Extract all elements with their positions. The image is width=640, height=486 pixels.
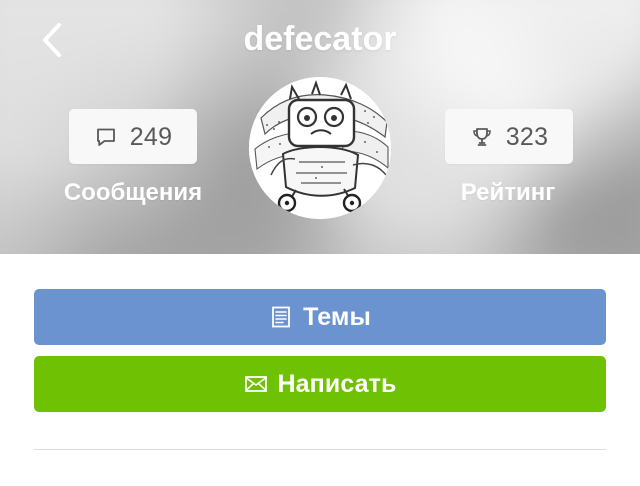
envelope-icon xyxy=(244,372,278,396)
messages-label: Сообщения xyxy=(63,179,203,206)
themes-button-label: Темы xyxy=(303,303,371,331)
profile-avatar[interactable] xyxy=(249,77,391,219)
profile-username: defecator xyxy=(243,20,397,58)
themes-button[interactable]: Темы xyxy=(34,289,606,345)
speech-bubble-icon xyxy=(94,125,130,149)
profile-page: defecator 249 Сообщения 323 Рейтинг Темы… xyxy=(0,0,640,486)
document-list-icon xyxy=(269,305,303,329)
profile-header-background: defecator 249 Сообщения 323 Рейтинг xyxy=(0,0,640,254)
rating-count-box[interactable]: 323 xyxy=(445,109,573,164)
messages-count-box[interactable]: 249 xyxy=(69,109,197,164)
write-message-button[interactable]: Написать xyxy=(34,356,606,412)
messages-count: 249 xyxy=(129,122,173,151)
trophy-icon xyxy=(470,125,506,149)
back-button[interactable] xyxy=(30,18,74,62)
content-divider xyxy=(34,449,606,450)
rating-count: 323 xyxy=(505,122,549,151)
write-message-button-label: Написать xyxy=(277,370,397,398)
rating-label: Рейтинг xyxy=(460,179,556,206)
chevron-left-icon xyxy=(40,22,64,58)
